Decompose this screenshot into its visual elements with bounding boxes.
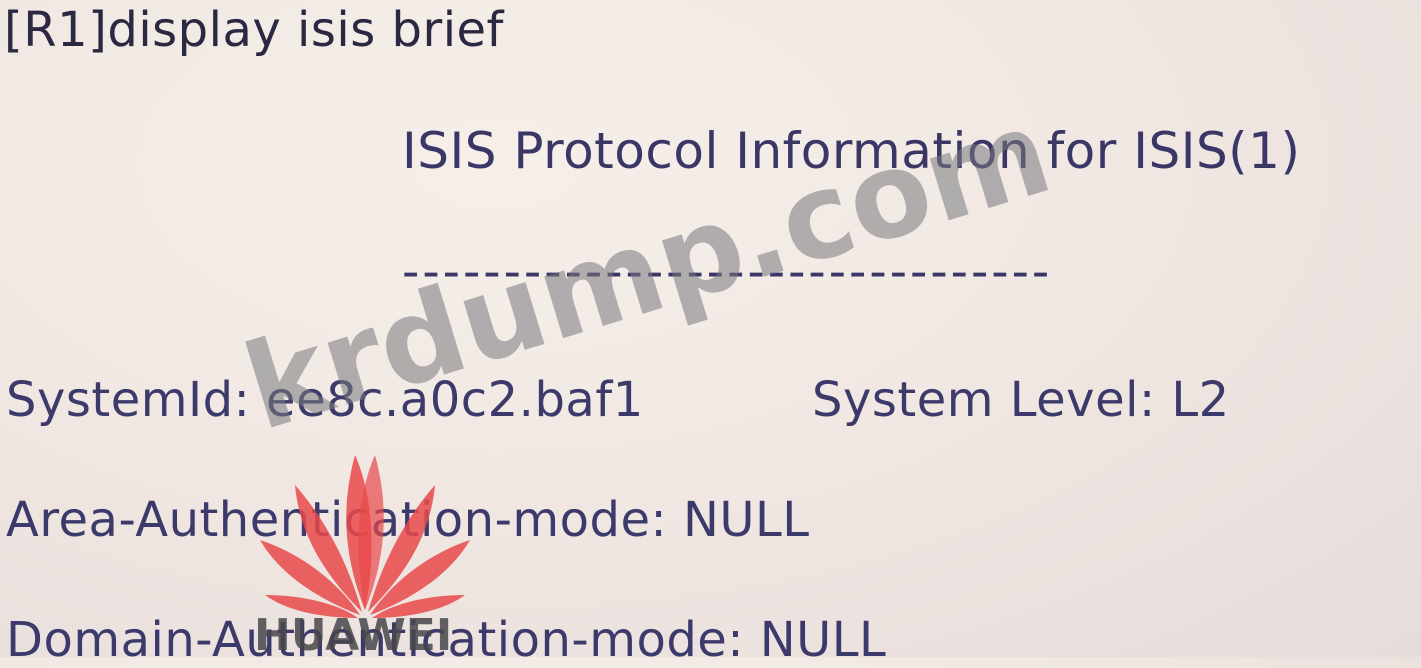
- terminal-screen: [R1]display isis brief ISIS Protocol Inf…: [0, 0, 1421, 668]
- command-line: [R1]display isis brief: [4, 2, 504, 58]
- system-level-line: System Level: L2: [812, 372, 1230, 428]
- huawei-logo-text: HUAWEI: [254, 610, 453, 661]
